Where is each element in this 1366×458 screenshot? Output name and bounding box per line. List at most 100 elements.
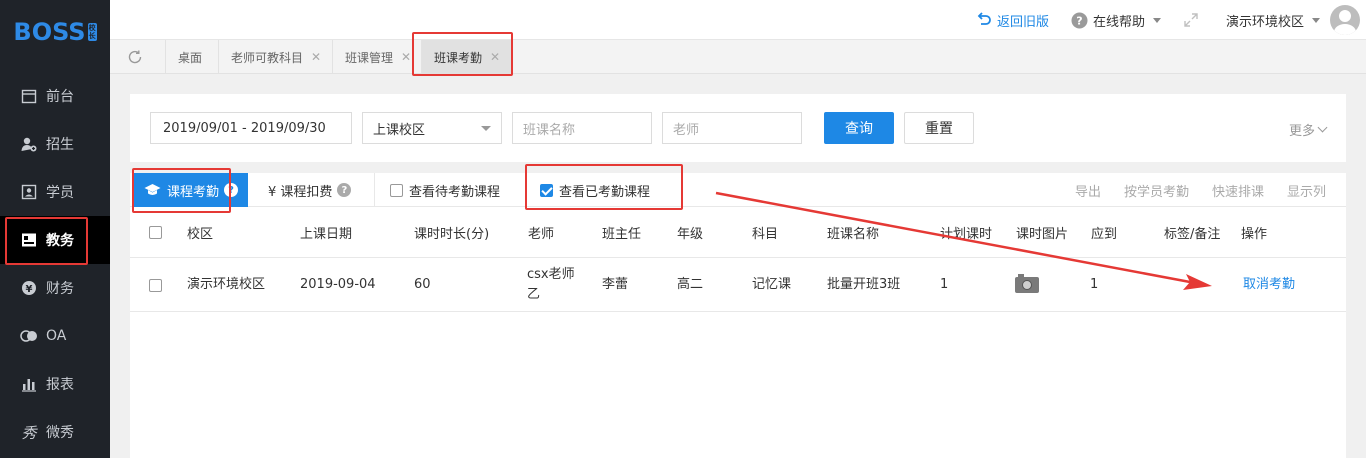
table-header: 校区 上课日期 课时时长(分) 老师 班主任 年级 科目 班课名称 计划课时 课… — [130, 207, 1346, 258]
checkbox-unchecked[interactable] — [390, 183, 403, 197]
sidebar-item-reports[interactable]: 报表 — [0, 360, 110, 408]
checkbox-unchecked[interactable] — [149, 278, 162, 292]
reset-button[interactable]: 重置 — [904, 112, 974, 144]
refresh-icon[interactable] — [126, 48, 144, 66]
row-checkbox[interactable] — [149, 258, 168, 312]
filter-panel: 2019/09/01 - 2019/09/30 上课校区 班课名称 老师 查询 … — [130, 94, 1346, 162]
fullscreen-button[interactable] — [1183, 12, 1204, 28]
tab-course-attendance[interactable]: 课程考勤 ? — [134, 173, 249, 207]
table-row[interactable]: 演示环境校区 2019-09-04 60 csx老师乙 李蕾 高二 记忆课 批量… — [130, 258, 1346, 312]
user-add-icon — [20, 135, 38, 153]
cancel-attendance-link[interactable]: 取消考勤 — [1243, 258, 1295, 312]
sidebar-item-recruit[interactable]: 招生 — [0, 120, 110, 168]
sidebar-item-label: 报表 — [46, 377, 74, 393]
tab-class-attendance[interactable]: 班课考勤 ✕ — [421, 40, 513, 74]
logo-badge-char-2: 长 — [88, 32, 96, 40]
svg-text:¥: ¥ — [26, 284, 33, 295]
class-name-placeholder: 班课名称 — [523, 122, 576, 138]
header-planned-hours[interactable]: 计划课时 — [940, 207, 992, 258]
header-teacher[interactable]: 老师 — [528, 207, 554, 258]
toggle-icon — [20, 327, 38, 345]
sidebar-item-academic[interactable]: 教务 — [0, 216, 110, 264]
sidebar-item-students[interactable]: 学员 — [0, 168, 110, 216]
attendance-panel: 课程考勤 ? ¥ 课程扣费 ? 查看待考勤课程 查看已考勤课程 导出 按学员考勤… — [130, 173, 1346, 458]
cell-teacher: csx老师乙 — [527, 267, 575, 302]
tab-label: 班课考勤 — [434, 50, 483, 65]
completed-attendance-checkbox[interactable]: 查看已考勤课程 — [540, 173, 650, 207]
header-class-name[interactable]: 班课名称 — [827, 207, 879, 258]
header-date[interactable]: 上课日期 — [300, 207, 352, 258]
header-duration[interactable]: 课时时长(分) — [414, 207, 489, 258]
sidebar-item-front-desk[interactable]: 前台 — [0, 72, 110, 120]
cell-head-teacher: 李蕾 — [602, 277, 629, 292]
question-circle-icon: ? — [1071, 12, 1088, 29]
graduation-cap-icon — [144, 183, 161, 197]
teacher-input[interactable]: 老师 — [662, 112, 802, 144]
select-all-checkbox[interactable] — [149, 207, 168, 258]
header-campus[interactable]: 校区 — [187, 207, 213, 258]
date-range-picker[interactable]: 2019/09/01 - 2019/09/30 — [150, 112, 352, 144]
more-label: 更多 — [1288, 124, 1315, 139]
header-expected[interactable]: 应到 — [1091, 207, 1117, 258]
sidebar-item-weixiu[interactable]: 秀 微秀 — [0, 408, 110, 456]
checkbox-checked[interactable] — [540, 183, 553, 197]
campus-switcher[interactable]: 演示环境校区 — [1226, 11, 1320, 30]
camera-icon[interactable] — [1015, 274, 1039, 293]
sidebar-item-label: OA — [46, 328, 67, 344]
header-subject[interactable]: 科目 — [752, 207, 778, 258]
header-class-photo[interactable]: 课时图片 — [1016, 207, 1068, 258]
close-icon[interactable]: ✕ — [401, 50, 411, 64]
back-to-old-version-label: 返回旧版 — [996, 14, 1049, 30]
calendar-icon — [20, 87, 38, 105]
question-circle-icon[interactable]: ? — [224, 183, 239, 197]
pending-attendance-checkbox[interactable]: 查看待考勤课程 — [390, 173, 500, 207]
sidebar-item-label: 微秀 — [46, 425, 74, 441]
logo-text: BOSS — [13, 18, 86, 46]
header-head-teacher[interactable]: 班主任 — [602, 207, 641, 258]
cell-date: 2019-09-04 — [300, 277, 376, 292]
tab-desktop[interactable]: 桌面 — [165, 40, 214, 74]
sidebar-item-finance[interactable]: ¥ 财务 — [0, 264, 110, 312]
back-to-old-version-link[interactable]: 返回旧版 — [976, 11, 1049, 30]
campus-label: 演示环境校区 — [1225, 14, 1304, 30]
online-help-menu[interactable]: ? 在线帮助 — [1071, 11, 1161, 30]
attendance-by-student-button[interactable]: 按学员考勤 — [1124, 181, 1189, 200]
tab-teacher-subjects[interactable]: 老师可教科目 ✕ — [218, 40, 333, 74]
checkbox-unchecked[interactable] — [149, 226, 162, 239]
more-filters-toggle[interactable]: 更多 — [1288, 120, 1328, 139]
image-card-icon — [20, 231, 38, 249]
tab-label: 班课管理 — [345, 50, 394, 65]
export-button[interactable]: 导出 — [1075, 181, 1101, 200]
header-grade[interactable]: 年级 — [677, 207, 703, 258]
sidebar-item-oa[interactable]: OA — [0, 312, 110, 360]
header-operations: 操作 — [1241, 227, 1268, 242]
online-help-label: 在线帮助 — [1092, 14, 1145, 30]
search-button[interactable]: 查询 — [824, 112, 894, 144]
xiu-glyph-icon: 秀 — [21, 423, 37, 442]
app-logo[interactable]: BOSS 校 长 — [0, 0, 110, 64]
logo-badge-char-1: 校 — [88, 24, 96, 32]
campus-select-value: 上课校区 — [373, 122, 426, 138]
close-icon[interactable]: ✕ — [311, 50, 321, 64]
class-name-input[interactable]: 班课名称 — [512, 112, 652, 144]
header-tags-notes[interactable]: 标签/备注 — [1164, 207, 1220, 258]
tab-course-deduction[interactable]: ¥ 课程扣费 ? — [268, 173, 352, 207]
avatar[interactable] — [1330, 5, 1360, 35]
completed-attendance-label: 查看已考勤课程 — [559, 184, 651, 200]
sidebar-item-label: 学员 — [46, 185, 74, 201]
display-columns-button[interactable]: 显示列 — [1287, 181, 1326, 200]
svg-text:?: ? — [1076, 14, 1082, 27]
cell-class-name: 批量开班3班 — [827, 277, 901, 292]
chevron-down-icon — [1317, 122, 1328, 133]
close-icon[interactable]: ✕ — [490, 50, 500, 64]
cell-grade: 高二 — [677, 277, 704, 292]
divider — [374, 173, 375, 207]
table-actions: 导出 按学员考勤 快速排课 显示列 — [1052, 173, 1326, 207]
question-circle-icon[interactable]: ? — [337, 183, 352, 197]
quick-schedule-button[interactable]: 快速排课 — [1212, 181, 1264, 200]
cell-subject: 记忆课 — [752, 277, 792, 292]
tab-class-management[interactable]: 班课管理 ✕ — [332, 40, 423, 74]
campus-select[interactable]: 上课校区 — [362, 112, 502, 144]
date-range-value: 2019/09/01 - 2019/09/30 — [163, 120, 326, 136]
page-tabs-bar: 桌面 老师可教科目 ✕ 班课管理 ✕ 班课考勤 ✕ — [110, 40, 1366, 74]
